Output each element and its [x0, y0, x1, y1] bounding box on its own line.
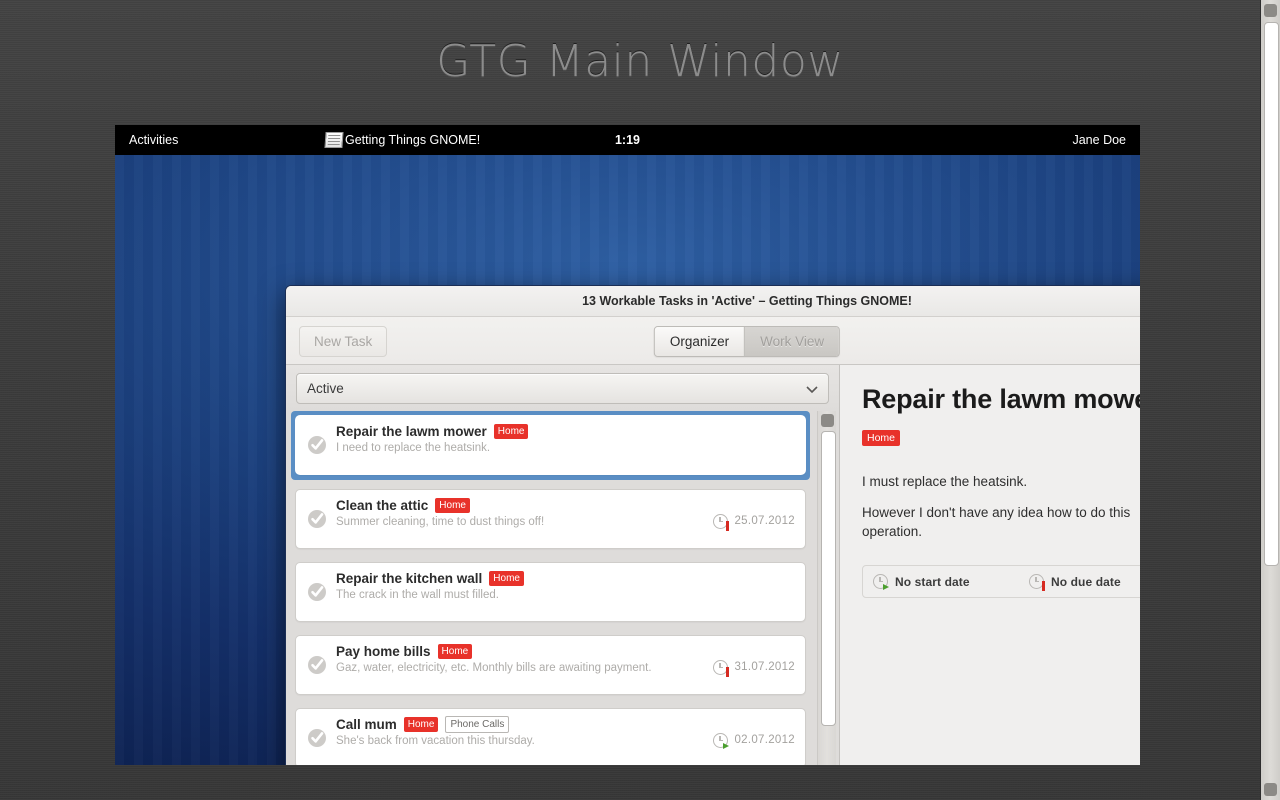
user-menu[interactable]: Jane Doe: [1072, 125, 1126, 155]
task-tag[interactable]: Home: [403, 717, 439, 732]
task-card[interactable]: Pay home bills Home Gaz, water, electricit…: [295, 635, 806, 695]
task-due-date: 25.07.2012: [713, 513, 795, 531]
check-circle-icon[interactable]: [307, 509, 327, 529]
chevron-down-icon: [806, 381, 818, 396]
task-title: Call mum: [336, 717, 397, 732]
task-title: Clean the attic: [336, 498, 429, 513]
due-date-clock-icon: [713, 660, 730, 677]
due-date-clock-icon: [713, 514, 730, 531]
window-body: Active Repair the lawm mower Home I need t…: [286, 365, 1140, 765]
task-row[interactable]: Clean the attic Home Summer cleaning, time…: [291, 486, 810, 552]
task-list-scrollbar[interactable]: [817, 411, 836, 765]
start-date-field[interactable]: No start date: [873, 574, 1029, 590]
detail-dates-bar: No start date No due date: [862, 565, 1140, 598]
check-circle-icon[interactable]: [307, 435, 327, 455]
task-start-date-value: 02.07.2012: [734, 734, 795, 746]
filter-dropdown-label: Active: [307, 381, 344, 396]
page-title: GTG Main Window: [436, 36, 844, 87]
task-list-pane: Active Repair the lawm mower Home I need t…: [286, 365, 840, 765]
due-date-field[interactable]: No due date: [1029, 574, 1121, 591]
clock[interactable]: 1:19: [115, 125, 1140, 155]
page-root: GTG Main Window Activities Getting Thing…: [0, 0, 1280, 800]
start-date-label: No start date: [895, 574, 970, 589]
task-tag[interactable]: Home: [489, 571, 524, 586]
start-date-clock-icon: [873, 574, 889, 590]
task-card[interactable]: Call mum Home Phone Calls She's back from v…: [295, 708, 806, 765]
start-date-clock-icon: [713, 733, 730, 749]
detail-tags: Home: [862, 428, 1140, 446]
task-card[interactable]: Repair the kitchen wall Home The crack in …: [295, 562, 806, 622]
task-tag[interactable]: Home: [493, 424, 529, 439]
detail-body[interactable]: I must replace the heatsink. However I do…: [862, 472, 1140, 553]
toolbar: New Task Organizer Work View: [286, 317, 1140, 365]
detail-title: Repair the lawm mower: [862, 384, 1140, 414]
task-card[interactable]: Clean the attic Home Summer cleaning, time…: [295, 489, 806, 549]
detail-paragraph: However I don't have any idea how to do …: [862, 505, 1131, 539]
task-title-line: Repair the kitchen wall Home: [336, 570, 795, 587]
detail-paragraph: I must replace the heatsink.: [862, 474, 1028, 489]
page-scroll-up-button[interactable]: [1264, 4, 1277, 17]
window-title: 13 Workable Tasks in 'Active' – Getting …: [582, 294, 912, 308]
gtg-window: 13 Workable Tasks in 'Active' – Getting …: [285, 285, 1140, 765]
task-title: Repair the lawm mower: [336, 424, 487, 439]
task-start-date: 02.07.2012: [713, 732, 795, 749]
view-switcher: Organizer Work View: [653, 326, 841, 357]
page-scroll-down-button[interactable]: [1264, 783, 1277, 796]
task-row[interactable]: Pay home bills Home Gaz, water, electricit…: [291, 632, 810, 698]
filter-bar: Active: [286, 365, 839, 411]
window-titlebar: 13 Workable Tasks in 'Active' – Getting …: [286, 286, 1140, 317]
task-card[interactable]: Repair the lawm mower Home I need to repla…: [295, 415, 806, 475]
task-dates: 02.07.2012: [713, 716, 795, 749]
task-tag[interactable]: Phone Calls: [445, 716, 510, 733]
task-tag[interactable]: Home: [437, 644, 473, 659]
check-circle-icon[interactable]: [307, 655, 327, 675]
task-description: The crack in the wall must filled.: [336, 589, 499, 601]
task-dates: 25.07.2012: [713, 497, 795, 531]
tab-work-view[interactable]: Work View: [744, 327, 840, 356]
filter-dropdown[interactable]: Active: [296, 373, 829, 404]
due-date-label: No due date: [1051, 574, 1121, 589]
gnome-top-panel: Activities Getting Things GNOME! 1:19 Ja…: [115, 125, 1140, 155]
task-detail-pane: Repair the lawm mower Home I must replac…: [840, 365, 1140, 765]
scrollbar-thumb[interactable]: [821, 431, 836, 726]
task-due-date: 31.07.2012: [713, 659, 795, 677]
task-row[interactable]: Repair the lawm mower Home I need to repla…: [291, 411, 810, 480]
task-list-scroll-area[interactable]: Repair the lawm mower Home I need to repla…: [286, 411, 839, 765]
task-due-date-value: 25.07.2012: [734, 515, 795, 527]
task-title: Repair the kitchen wall: [336, 571, 483, 586]
task-list: Repair the lawm mower Home I need to repla…: [286, 411, 815, 765]
check-circle-icon[interactable]: [307, 582, 327, 602]
page-scrollbar-thumb[interactable]: [1264, 22, 1279, 566]
task-description: I need to replace the heatsink.: [336, 442, 491, 454]
tab-organizer[interactable]: Organizer: [654, 327, 745, 356]
due-date-clock-icon: [1029, 574, 1045, 591]
scroll-up-button[interactable]: [821, 414, 834, 427]
page-scrollbar[interactable]: [1260, 0, 1280, 800]
check-circle-icon[interactable]: [307, 728, 327, 748]
task-title-line: Repair the lawm mower Home: [336, 423, 795, 440]
task-row[interactable]: Call mum Home Phone Calls She's back from v…: [291, 705, 810, 765]
desktop-screenshot: Activities Getting Things GNOME! 1:19 Ja…: [115, 125, 1140, 765]
new-task-button[interactable]: New Task: [299, 326, 388, 357]
task-dates: 31.07.2012: [713, 643, 795, 677]
task-due-date-value: 31.07.2012: [734, 661, 795, 673]
task-tag[interactable]: Home: [435, 498, 470, 513]
task-title: Pay home bills: [336, 644, 431, 659]
task-tag[interactable]: Home: [862, 430, 901, 446]
task-row[interactable]: Repair the kitchen wall Home The crack in …: [291, 559, 810, 625]
